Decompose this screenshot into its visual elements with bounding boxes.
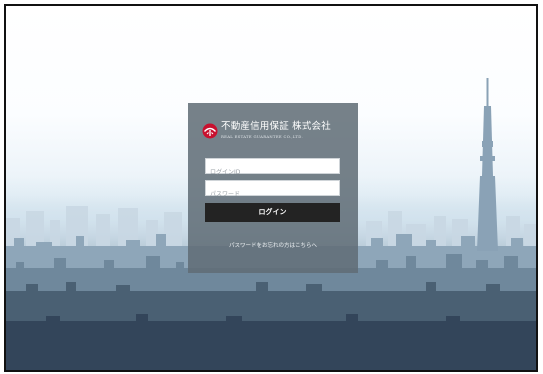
login-button[interactable]: ログイン bbox=[205, 203, 340, 222]
company-name-en: REAL ESTATE GUARANTEE CO.,LTD. bbox=[221, 134, 303, 139]
login-id-input[interactable] bbox=[206, 165, 339, 180]
password-field bbox=[205, 180, 340, 202]
company-logo-icon bbox=[202, 123, 218, 139]
password-input[interactable] bbox=[206, 187, 339, 202]
tower-illustration bbox=[477, 78, 498, 251]
forgot-password-link[interactable]: パスワードをお忘れの方はこちらへ bbox=[188, 241, 358, 249]
page-frame: 不動産信用保証 株式会社 REAL ESTATE GUARANTEE CO.,L… bbox=[4, 4, 538, 372]
login-id-field bbox=[205, 158, 340, 180]
login-panel: 不動産信用保証 株式会社 REAL ESTATE GUARANTEE CO.,L… bbox=[188, 103, 358, 273]
company-name: 不動産信用保証 株式会社 bbox=[221, 121, 331, 132]
company-logo: 不動産信用保証 株式会社 REAL ESTATE GUARANTEE CO.,L… bbox=[202, 121, 352, 143]
